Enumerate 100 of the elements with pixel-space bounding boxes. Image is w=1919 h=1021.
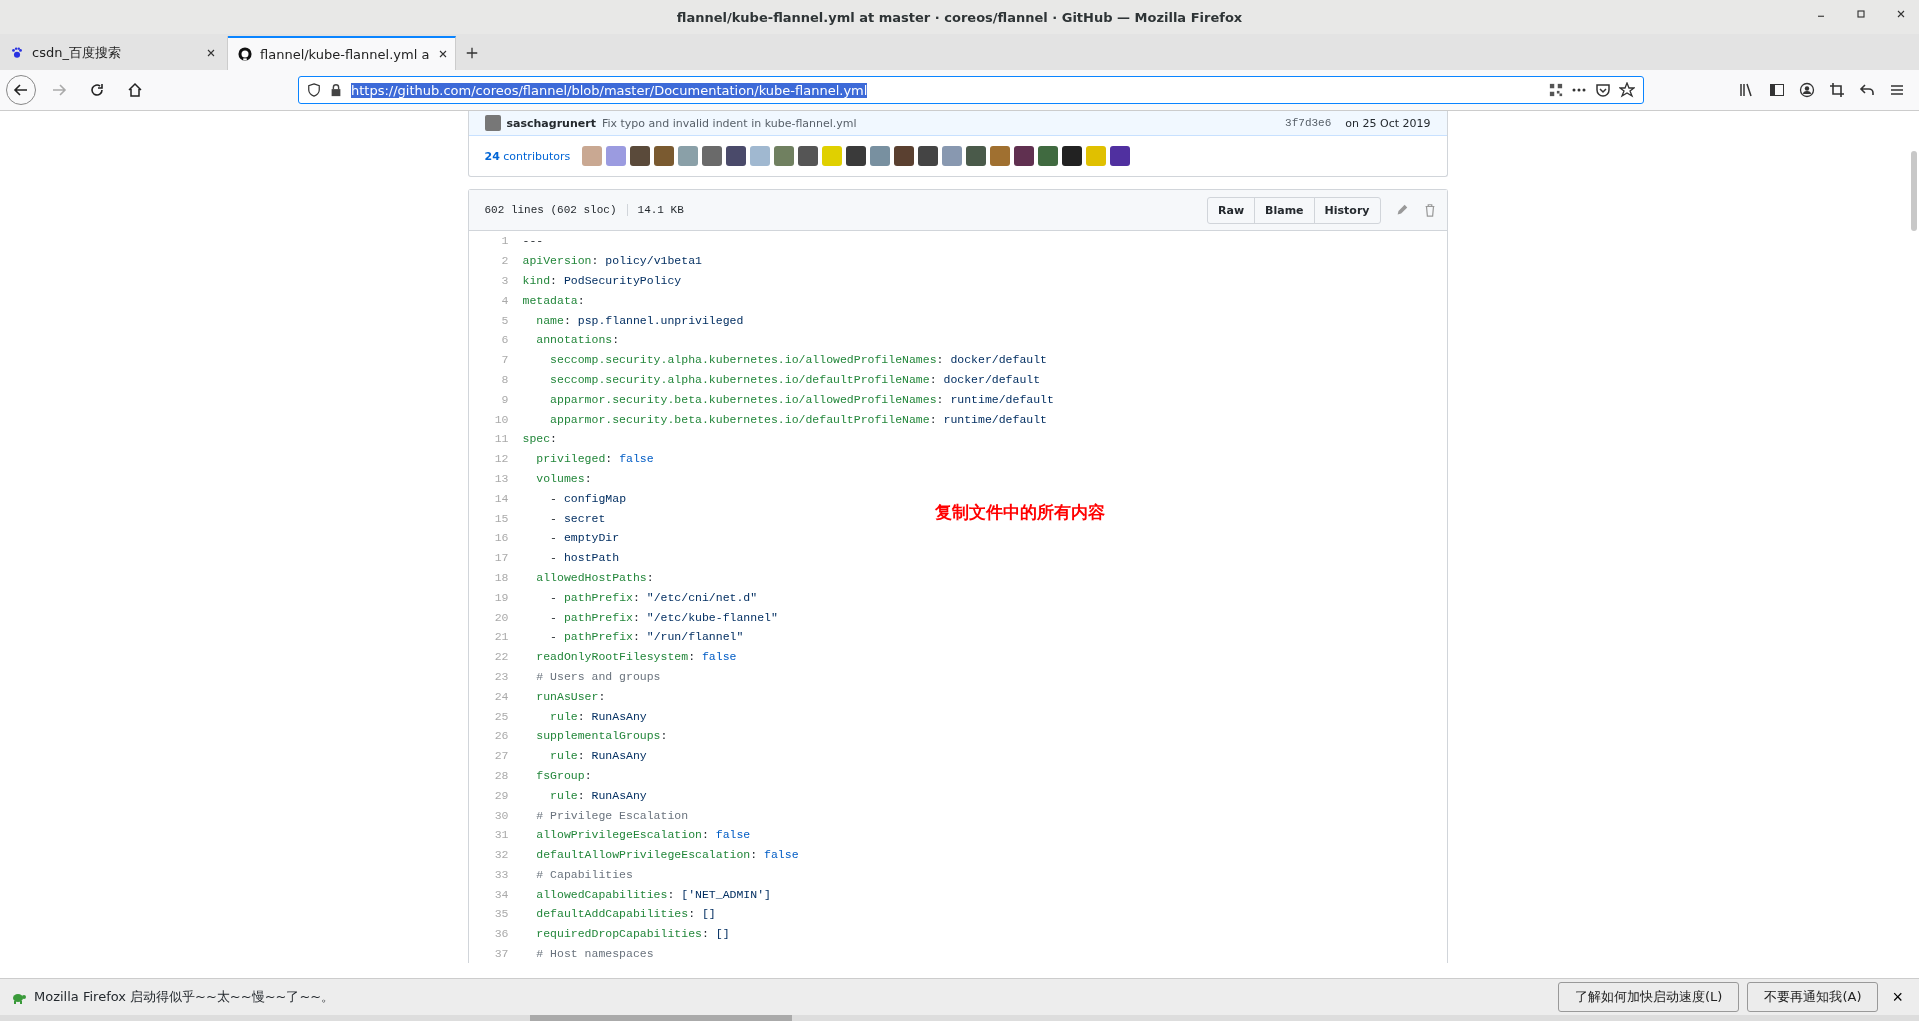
code-line: apiVersion: policy/v1beta1 bbox=[522, 254, 702, 268]
close-icon[interactable] bbox=[205, 47, 217, 59]
code-line: defaultAddCapabilities: [] bbox=[535, 907, 716, 921]
line-number: 10 bbox=[493, 412, 510, 426]
crop-icon[interactable] bbox=[1829, 82, 1845, 98]
code-line: rule: RunAsAny bbox=[549, 788, 647, 802]
file-button[interactable]: Blame bbox=[1254, 196, 1315, 224]
menu-icon[interactable] bbox=[1889, 82, 1905, 98]
code-line: annotations: bbox=[535, 333, 620, 347]
code-line: - configMap bbox=[549, 491, 627, 505]
code-line: - secret bbox=[549, 511, 606, 525]
code-line: --- bbox=[522, 234, 544, 248]
line-number: 33 bbox=[493, 867, 510, 881]
code-line: rule: RunAsAny bbox=[549, 749, 647, 763]
avatar-placeholder[interactable] bbox=[630, 146, 651, 166]
line-number: 4 bbox=[500, 293, 510, 307]
code-line: - emptyDir bbox=[549, 531, 620, 545]
line-number: 28 bbox=[493, 768, 510, 782]
line-number: 14 bbox=[493, 491, 510, 505]
line-number: 22 bbox=[493, 650, 510, 664]
line-number: 19 bbox=[493, 590, 510, 604]
code-line: spec: bbox=[522, 432, 557, 446]
line-number: 30 bbox=[493, 808, 510, 822]
close-icon[interactable] bbox=[1895, 8, 1907, 20]
file-button[interactable]: History bbox=[1313, 196, 1381, 224]
file-button[interactable]: Raw bbox=[1207, 196, 1256, 224]
qr-code-icon[interactable] bbox=[1549, 83, 1563, 97]
line-number: 8 bbox=[500, 372, 510, 386]
code-line: allowPrivilegeEscalation: false bbox=[535, 828, 751, 842]
code-line: apparmor.security.beta.kubernetes.io/allowedProfileNames: runtime/default bbox=[549, 392, 1054, 406]
code-line: # Host namespaces bbox=[535, 947, 654, 961]
browser-tab[interactable]: flannel/kube-flannel.yml a bbox=[228, 36, 456, 70]
avatar-placeholder[interactable] bbox=[966, 146, 987, 166]
line-number: 13 bbox=[493, 471, 510, 485]
avatar-placeholder[interactable] bbox=[1038, 146, 1059, 166]
notification-message: Mozilla Firefox 启动得似乎~~太~~慢~~了~~。 bbox=[34, 988, 335, 1006]
line-number: 37 bbox=[493, 947, 510, 961]
avatar-placeholder[interactable] bbox=[1062, 146, 1083, 166]
code-line: fsGroup: bbox=[535, 768, 592, 782]
shield-icon[interactable] bbox=[307, 83, 321, 97]
commit-sha[interactable]: 3f7d3e6 bbox=[1285, 117, 1332, 129]
url-text[interactable]: https://github.com/coreos/flannel/blob/master/Documentation/kube-flannel.yml bbox=[351, 82, 868, 98]
code-line: - pathPrefix: "/etc/kube-flannel" bbox=[549, 610, 778, 624]
paw-icon bbox=[10, 46, 24, 60]
code-line: readOnlyRootFilesystem: false bbox=[535, 650, 737, 664]
line-number: 16 bbox=[493, 531, 510, 545]
lock-icon[interactable] bbox=[329, 83, 343, 97]
scrollbar-thumb[interactable] bbox=[530, 1015, 792, 1021]
code-line: runAsUser: bbox=[535, 689, 606, 703]
code-line: name: psp.flannel.unprivileged bbox=[535, 313, 744, 327]
notification-button[interactable]: 了解如何加快启动速度(L) bbox=[1558, 982, 1740, 1012]
maximize-icon[interactable] bbox=[1855, 8, 1867, 20]
code-line: - pathPrefix: "/etc/cni/net.d" bbox=[549, 590, 758, 604]
close-button[interactable]: × bbox=[1886, 986, 1909, 1008]
code-line: requiredDropCapabilities: [] bbox=[535, 927, 730, 941]
line-number: 9 bbox=[500, 392, 510, 406]
author-link[interactable]: saschagrunert bbox=[506, 116, 596, 130]
line-number: 23 bbox=[493, 669, 510, 683]
reload-icon[interactable] bbox=[89, 82, 105, 98]
pocket-icon[interactable] bbox=[1595, 82, 1611, 98]
code-line: # Capabilities bbox=[535, 867, 633, 881]
line-number: 24 bbox=[493, 689, 510, 703]
line-number: 12 bbox=[493, 452, 510, 466]
back-arrow-icon[interactable] bbox=[13, 82, 29, 98]
commit-message[interactable]: Fix typo and invalid indent in kube-flannel.yml bbox=[601, 116, 857, 130]
line-number: 36 bbox=[493, 927, 510, 941]
line-number: 15 bbox=[493, 511, 510, 525]
line-number: 7 bbox=[500, 353, 510, 367]
code-line: - pathPrefix: "/run/flannel" bbox=[549, 630, 744, 644]
line-number: 5 bbox=[500, 313, 510, 327]
avatar-placeholder[interactable] bbox=[798, 146, 819, 166]
avatar-placeholder[interactable] bbox=[1110, 146, 1131, 166]
contributors-link[interactable]: 24 contributors bbox=[484, 149, 571, 163]
line-number: 31 bbox=[493, 828, 510, 842]
code-line: # Privilege Escalation bbox=[535, 808, 689, 822]
avatar-placeholder[interactable] bbox=[918, 146, 939, 166]
library-icon[interactable] bbox=[1739, 82, 1755, 98]
avatar-placeholder[interactable] bbox=[846, 146, 867, 166]
avatar-placeholder[interactable] bbox=[654, 146, 675, 166]
avatar-placeholder bbox=[484, 115, 501, 131]
code-line: seccomp.security.alpha.kubernetes.io/allowedProfileNames: docker/default bbox=[549, 353, 1047, 367]
code-line: volumes: bbox=[535, 471, 592, 485]
line-number: 27 bbox=[493, 749, 510, 763]
code-line: privileged: false bbox=[535, 452, 654, 466]
code-line: # Users and groups bbox=[535, 669, 661, 683]
scrollbar-thumb[interactable] bbox=[1911, 151, 1917, 231]
home-icon[interactable] bbox=[127, 82, 143, 98]
line-number: 17 bbox=[493, 551, 510, 565]
plus-icon[interactable] bbox=[465, 46, 479, 60]
star-icon[interactable] bbox=[1619, 82, 1635, 98]
notification-button[interactable]: 不要再通知我(A) bbox=[1747, 982, 1879, 1012]
avatar-placeholder[interactable] bbox=[894, 146, 915, 166]
sidebar-icon[interactable] bbox=[1769, 82, 1785, 98]
avatar-placeholder[interactable] bbox=[1014, 146, 1035, 166]
code-line: - hostPath bbox=[549, 551, 620, 565]
undo-arrow-icon[interactable] bbox=[1859, 82, 1875, 98]
file-size: 14.1 KB bbox=[626, 204, 684, 216]
account-icon[interactable] bbox=[1799, 82, 1815, 98]
annotation-text: 复制文件中的所有内容 bbox=[935, 501, 1105, 524]
avatar-placeholder[interactable] bbox=[726, 146, 747, 166]
